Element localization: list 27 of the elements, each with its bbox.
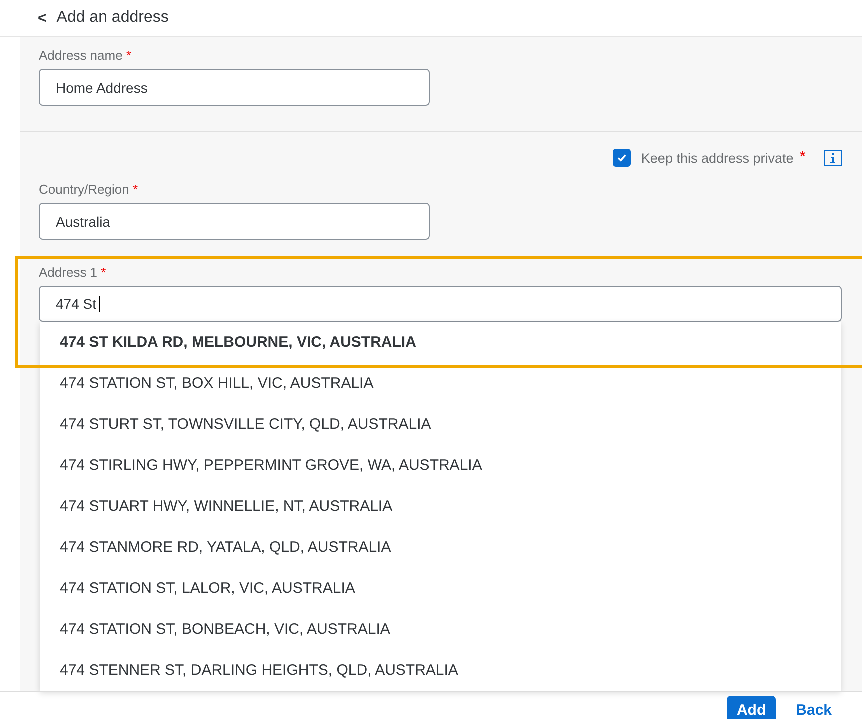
checkbox-label: Keep this address private [641, 150, 794, 166]
private-checkbox[interactable] [613, 149, 632, 167]
required-mark: * [800, 149, 806, 167]
suggestion-item[interactable]: 474 STANMORE RD, YATALA, QLD, AUSTRALIA [40, 527, 841, 568]
check-icon [616, 152, 628, 164]
suggestion-item[interactable]: 474 ST KILDA RD, MELBOURNE, VIC, AUSTRALIA [40, 322, 841, 363]
back-icon[interactable]: < [38, 10, 47, 26]
field-label: Address 1 [39, 265, 98, 280]
required-mark: * [132, 182, 138, 197]
address-field[interactable]: 474 St [39, 286, 842, 322]
suggestion-item[interactable]: 474 STUART HWY, WINNELLIE, NT, AUSTRALIA [40, 486, 841, 527]
info-icon[interactable] [824, 150, 842, 166]
address-name-field[interactable]: Home Address [39, 69, 430, 106]
suggestion-item[interactable]: 474 STIRLING HWY, PEPPERMINT GROVE, WA, AUSTRALIA [40, 445, 841, 486]
suggestion-item[interactable]: 474 STATION ST, BONBEACH, VIC, AUSTRALIA [40, 609, 841, 650]
field-label: Address name [39, 48, 123, 63]
suggestion-item[interactable]: 474 STATION ST, BOX HILL, VIC, AUSTRALIA [40, 363, 841, 404]
field-label: Country/Region [39, 182, 130, 197]
required-mark: * [126, 48, 132, 63]
suggestion-item[interactable]: 474 STATION ST, LALOR, VIC, AUSTRALIA [40, 568, 841, 609]
back-button[interactable]: Back [786, 696, 842, 719]
page-title: Add an address [56, 9, 169, 27]
add-button[interactable]: Add [726, 696, 776, 719]
suggestion-item[interactable]: 474 STURT ST, TOWNSVILLE CITY, QLD, AUSTRALIA [40, 404, 841, 445]
country-field[interactable]: Australia [39, 203, 430, 240]
suggestion-item[interactable]: 474 STENNER ST, DARLING HEIGHTS, QLD, AUSTRALIA [40, 650, 841, 691]
required-mark: * [101, 265, 106, 280]
